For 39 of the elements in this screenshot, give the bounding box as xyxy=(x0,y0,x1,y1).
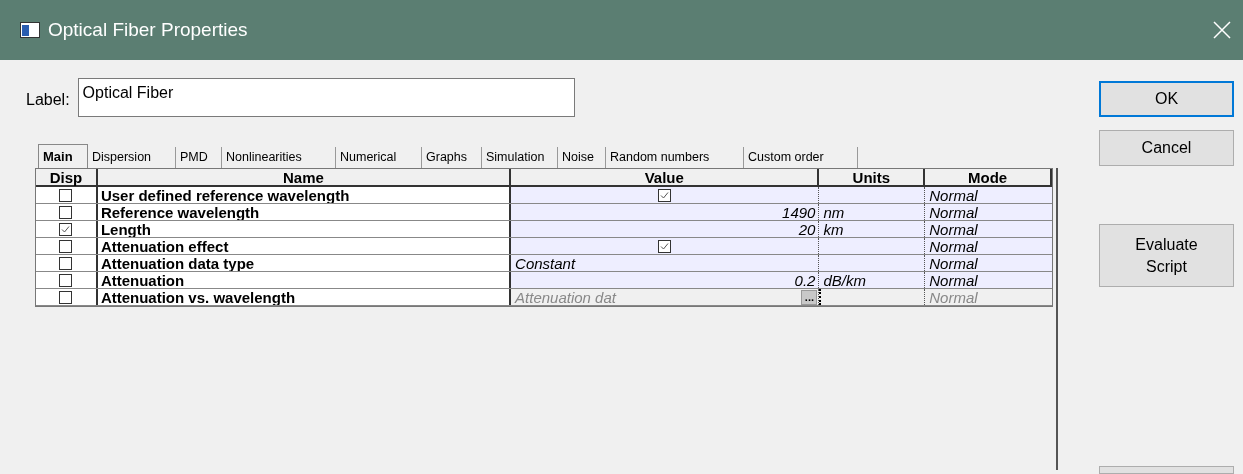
value-text: 1490 xyxy=(782,204,816,220)
value-text: Attenuation dat xyxy=(515,289,618,305)
property-name: Attenuation effect xyxy=(100,238,229,254)
checkbox[interactable] xyxy=(59,273,73,287)
checkbox[interactable] xyxy=(59,222,73,236)
mode-text: Normal xyxy=(929,187,978,203)
checkbox[interactable] xyxy=(658,188,672,202)
checkbox[interactable] xyxy=(658,239,672,253)
property-name: Attenuation vs. wavelength xyxy=(100,289,296,305)
checkbox[interactable] xyxy=(59,256,73,270)
dialog-button[interactable]: Evaluate Script xyxy=(1099,224,1234,287)
mode-text: Normal xyxy=(929,289,978,305)
dialog-button[interactable]: Cancel xyxy=(1099,130,1234,166)
tab[interactable]: Main xyxy=(38,144,88,168)
value-text: 0.2 xyxy=(794,272,816,288)
value-text: 20 xyxy=(798,221,816,237)
close-icon[interactable] xyxy=(1213,21,1231,39)
mode-text: Normal xyxy=(929,221,978,237)
mode-text: Normal xyxy=(929,255,978,271)
property-name: User defined reference wavelength xyxy=(100,187,350,203)
label-input-field[interactable]: Optical Fiber xyxy=(77,78,575,117)
checkbox[interactable] xyxy=(59,239,73,253)
units-text: nm xyxy=(823,204,845,220)
property-name: Reference wavelength xyxy=(100,204,260,220)
property-name: Attenuation xyxy=(100,272,185,288)
window-title: Optical Fiber Properties xyxy=(48,17,248,42)
mode-text: Normal xyxy=(929,238,978,254)
checkbox[interactable] xyxy=(59,205,73,219)
property-name: Attenuation data type xyxy=(100,255,255,271)
checkbox[interactable] xyxy=(59,188,73,202)
units-text: km xyxy=(823,221,844,237)
mode-text: Normal xyxy=(929,204,978,220)
dialog-button[interactable]: OK xyxy=(1099,81,1234,117)
label-caption: Label: xyxy=(26,89,70,110)
units-text: dB/km xyxy=(823,272,866,288)
property-name: Length xyxy=(100,221,151,237)
mode-text: Normal xyxy=(929,272,978,288)
value-text: Constant xyxy=(515,255,576,271)
window-icon xyxy=(20,22,40,38)
